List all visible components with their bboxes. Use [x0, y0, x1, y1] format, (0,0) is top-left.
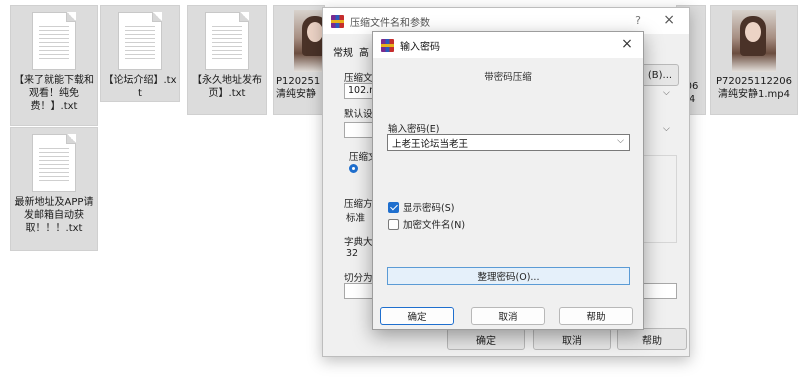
file-name: 最新地址及APP请发邮箱自动获取！！！.txt [14, 197, 94, 234]
text-file-icon [32, 134, 76, 192]
close-icon[interactable]: × [663, 12, 675, 28]
cancel-button[interactable]: 取消 [533, 328, 611, 350]
file-item[interactable]: 最新地址及APP请发邮箱自动获取！！！.txt [10, 127, 98, 251]
password-dialog: 输入密码 × 带密码压缩 输入密码(E) 上老王论坛当老王 ⌵ 显示密码(S) … [372, 31, 644, 330]
chevron-down-icon[interactable]: ⌵ [663, 88, 670, 98]
show-password-label: 显示密码(S) [403, 203, 455, 214]
text-file-icon [205, 12, 249, 70]
file-item[interactable]: 【来了就能下载和观看！纯免费！】.txt [10, 5, 98, 126]
chevron-down-icon[interactable]: ⌵ [617, 136, 624, 146]
tab-advanced[interactable]: 高 [359, 44, 369, 59]
file-name: P72025112206 清纯安静1.mp4 [715, 76, 792, 100]
format-radio[interactable] [349, 164, 358, 173]
ok-button[interactable]: 确定 [447, 328, 525, 350]
password-input[interactable]: 上老王论坛当老王 ⌵ [387, 134, 630, 151]
checkbox-unchecked-icon [388, 218, 399, 230]
password-dialog-titlebar: 输入密码 × [373, 32, 643, 58]
file-name: P120251 清纯安静 [276, 76, 321, 100]
file-name: 【永久地址发布页】.txt [192, 75, 262, 99]
file-item[interactable]: 【论坛介绍】.txt [100, 5, 180, 102]
dialog-subtitle: 带密码压缩 [484, 72, 532, 83]
password-dialog-title: 输入密码 [400, 41, 440, 53]
help-button[interactable]: 帮助 [559, 307, 633, 325]
checkbox-checked-icon [388, 201, 399, 213]
file-item[interactable]: 【永久地址发布页】.txt [187, 5, 267, 115]
options-group [641, 155, 677, 243]
tab-general[interactable]: 常规 [333, 44, 353, 59]
encrypt-filenames-label: 加密文件名(N) [403, 220, 466, 231]
cancel-button[interactable]: 取消 [471, 307, 545, 325]
dictionary-value[interactable]: 32 [346, 248, 358, 259]
split-unit-field[interactable] [641, 283, 677, 299]
archive-dialog-title: 压缩文件名和参数 [350, 17, 430, 29]
organize-passwords-button[interactable]: 整理密码(O)... [387, 267, 630, 285]
winrar-app-icon [331, 14, 344, 28]
close-icon[interactable]: × [619, 36, 635, 52]
method-value[interactable]: 标准 [346, 210, 365, 224]
encrypt-filenames-checkbox[interactable]: 加密文件名(N) [388, 217, 465, 231]
video-thumbnail [294, 10, 324, 72]
file-name: 【论坛介绍】.txt [103, 75, 177, 99]
chevron-down-icon[interactable]: ⌵ [663, 124, 670, 134]
video-thumbnail [732, 10, 776, 72]
help-button[interactable]: 帮助 [617, 328, 687, 350]
winrar-app-icon [381, 38, 394, 52]
help-icon[interactable]: ? [635, 14, 641, 27]
file-item[interactable]: P120251 清纯安静 [273, 5, 325, 115]
ok-button[interactable]: 确定 [380, 307, 454, 325]
file-name: 【来了就能下载和观看！纯免费！】.txt [14, 75, 94, 112]
enter-password-label: 输入密码(E) [388, 124, 440, 135]
browse-button[interactable]: (B)... [641, 64, 679, 86]
text-file-icon [118, 12, 162, 70]
file-item[interactable]: P72025112206 清纯安静1.mp4 [710, 5, 798, 115]
password-value: 上老王论坛当老王 [392, 139, 469, 150]
text-file-icon [32, 12, 76, 70]
show-password-checkbox[interactable]: 显示密码(S) [388, 200, 454, 214]
